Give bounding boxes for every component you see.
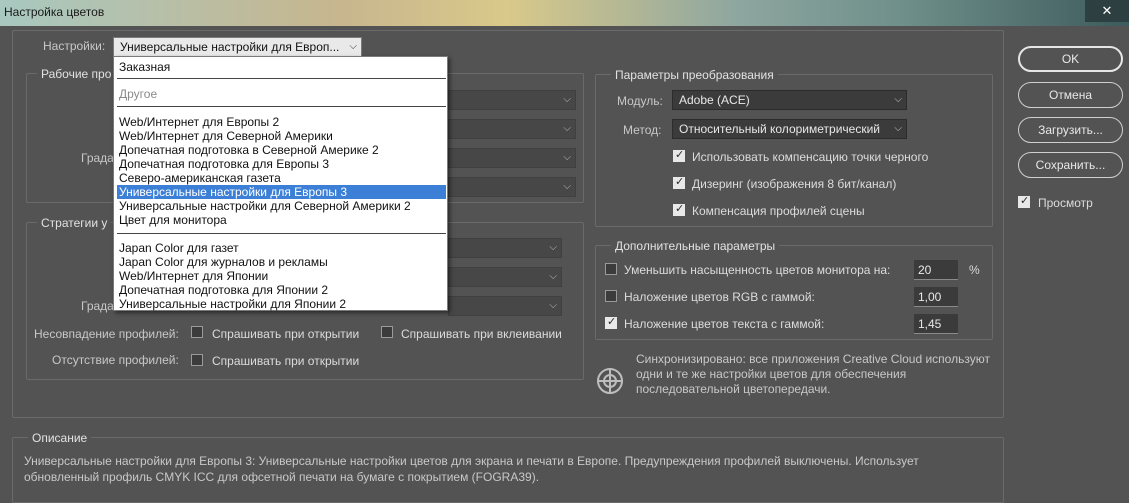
dither-checkbox[interactable] <box>673 175 685 189</box>
intent-label: Метод: <box>623 123 662 137</box>
description-legend: Описание <box>28 431 92 445</box>
desaturate-unit: % <box>969 263 980 277</box>
chevron-down-icon: ⌵ <box>549 300 557 311</box>
spot-profile-select[interactable]: ⌵ <box>448 177 576 197</box>
gray-profile-select[interactable]: ⌵ <box>448 148 576 168</box>
engine-label: Модуль: <box>617 94 663 108</box>
conversion-legend: Параметры преобразования <box>611 68 778 82</box>
dropdown-item[interactable]: Допечатная подготовка для Японии 2 <box>117 283 446 297</box>
blend-text-label: Наложение цветов текста с гаммой: <box>624 317 825 331</box>
gray-profile-label: Града <box>81 151 114 165</box>
intent-value: Относительный колориметрический <box>679 122 880 136</box>
dropdown-separator <box>117 106 446 107</box>
blend-text-input[interactable]: 1,45 <box>914 314 958 334</box>
mismatch-paste-label: Спрашивать при вклеивании <box>401 327 562 341</box>
dropdown-item[interactable]: Универсальные настройки для Японии 2 <box>117 297 446 311</box>
missing-label: Отсутствие профилей: <box>52 353 179 367</box>
dropdown-item: Другое <box>119 87 158 101</box>
bpc-label: Использовать компенсацию точки черного <box>692 150 929 164</box>
dropdown-item[interactable]: Web/Интернет для Европы 2 <box>117 115 446 129</box>
missing-open-checkbox[interactable] <box>191 354 203 366</box>
dropdown-item[interactable]: Web/Интернет для Северной Америки <box>117 129 446 143</box>
chevron-down-icon: ⌵ <box>563 181 571 192</box>
rgb-profile-select[interactable]: ⌵ <box>448 90 576 110</box>
sync-text: Синхронизировано: все приложения Creativ… <box>636 352 990 396</box>
dropdown-item[interactable]: Japan Color для журналов и рекламы <box>117 255 446 269</box>
gray-policy-select[interactable]: ⌵ <box>448 296 562 316</box>
chevron-down-icon: ⌵ <box>563 152 571 163</box>
mismatch-paste-checkbox[interactable] <box>381 326 393 338</box>
chevron-down-icon: ⌵ <box>894 123 902 134</box>
desaturate-checkbox[interactable] <box>605 263 617 275</box>
scene-label: Компенсация профилей сцены <box>692 204 865 218</box>
window-title: Настройка цветов <box>4 5 105 19</box>
load-button[interactable]: Загрузить... <box>1018 117 1123 143</box>
engine-value: Adobe (ACE) <box>679 93 750 107</box>
blend-rgb-input[interactable]: 1,00 <box>914 287 958 307</box>
preview-label: Просмотр <box>1038 196 1093 210</box>
settings-selected-value: Универсальные настройки для Европ... <box>120 40 340 54</box>
bpc-checkbox[interactable] <box>673 148 685 162</box>
dropdown-item[interactable]: Web/Интернет для Японии <box>117 269 446 283</box>
chevron-down-icon: ⌵ <box>563 123 571 134</box>
dropdown-item-selected[interactable]: Универсальные настройки для Европы 3 <box>117 185 446 199</box>
close-icon[interactable]: ✕ <box>1085 0 1129 22</box>
preview-checkbox[interactable] <box>1018 194 1030 208</box>
cmyk-policy-select[interactable]: ⌵ <box>448 267 562 287</box>
rgb-policy-select[interactable]: ⌵ <box>448 238 562 258</box>
save-button[interactable]: Сохранить... <box>1018 152 1123 178</box>
chevron-down-icon: ⌵ <box>549 271 557 282</box>
policies-legend: Стратегии у <box>37 216 112 230</box>
dropdown-item[interactable]: Допечатная подготовка для Европы 3 <box>117 157 446 171</box>
dropdown-item[interactable]: Japan Color для газет <box>117 241 446 255</box>
dropdown-item[interactable]: Заказная <box>117 60 446 74</box>
chevron-down-icon: ⌵ <box>563 94 571 105</box>
missing-open-label: Спрашивать при открытии <box>212 354 360 368</box>
dropdown-item[interactable]: Допечатная подготовка в Северной Америке… <box>117 143 446 157</box>
mismatch-open-checkbox[interactable] <box>191 326 203 338</box>
chevron-down-icon: ⌵ <box>894 94 902 105</box>
dither-label: Дизеринг (изображения 8 бит/канал) <box>692 177 897 191</box>
sync-target-icon <box>596 367 624 395</box>
scene-checkbox[interactable] <box>673 202 685 216</box>
working-spaces-legend: Рабочие про <box>37 67 116 81</box>
dropdown-separator <box>117 78 446 79</box>
gray-policy-label: Града <box>81 299 114 313</box>
blend-text-checkbox[interactable] <box>605 315 617 329</box>
blend-rgb-label: Наложение цветов RGB с гаммой: <box>624 290 815 304</box>
desaturate-input[interactable]: 20 <box>914 260 958 280</box>
description-text: Универсальные настройки для Европы 3: Ун… <box>24 454 919 484</box>
chevron-down-icon: ⌵ <box>349 41 357 52</box>
blend-rgb-checkbox[interactable] <box>605 290 617 302</box>
settings-select[interactable]: Универсальные настройки для Европ... ⌵ <box>113 37 362 57</box>
settings-label: Настройки: <box>43 39 106 53</box>
mismatch-label: Несовпадение профилей: <box>34 327 179 341</box>
desaturate-label: Уменьшить насыщенность цветов монитора н… <box>624 263 891 277</box>
title-bar: Настройка цветов ✕ <box>0 0 1129 26</box>
chevron-down-icon: ⌵ <box>549 242 557 253</box>
engine-select[interactable]: Adobe (ACE) ⌵ <box>672 90 907 110</box>
dropdown-item[interactable]: Цвет для монитора <box>117 213 446 227</box>
advanced-legend: Дополнительные параметры <box>611 239 780 253</box>
cancel-button[interactable]: Отмена <box>1018 82 1123 108</box>
ok-button[interactable]: OK <box>1018 46 1123 72</box>
dropdown-item[interactable]: Северо-американская газета <box>117 171 446 185</box>
intent-select[interactable]: Относительный колориметрический ⌵ <box>672 119 907 139</box>
dropdown-item[interactable]: Универсальные настройки для Северной Аме… <box>117 199 446 213</box>
dropdown-separator <box>117 233 446 234</box>
mismatch-open-label: Спрашивать при открытии <box>212 327 360 341</box>
cmyk-profile-select[interactable]: ⌵ <box>448 119 576 139</box>
settings-dropdown-list: Заказная Другое Web/Интернет для Европы … <box>113 56 448 311</box>
